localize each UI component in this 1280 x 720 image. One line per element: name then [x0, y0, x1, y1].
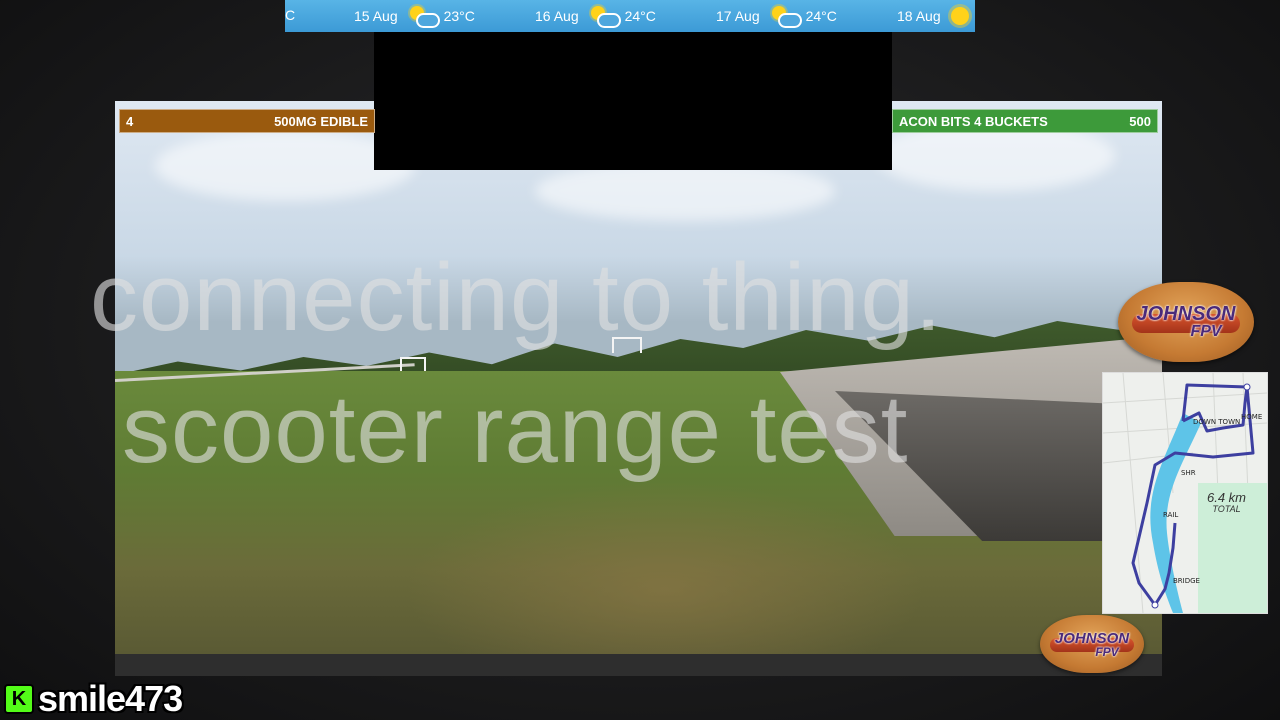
weather-ticker: C 15 Aug 23°C 16 Aug 24°C 17 Aug 24°C 18…	[285, 0, 975, 32]
logo-text-line2: FPV	[1095, 644, 1119, 659]
alert-label: ACON BITS 4 BUCKETS	[899, 113, 1048, 129]
weather-temp: 23°C	[443, 8, 475, 24]
weather-date: 18 Aug	[897, 8, 941, 24]
weather-day: 15 Aug 23°C	[354, 0, 475, 32]
alert-bar-left: 4 500MG EDIBLE	[119, 109, 375, 133]
map-label-home: HOME	[1241, 413, 1263, 421]
map-label-trail: RAIL	[1163, 511, 1179, 519]
alert-bar-right: ACON BITS 4 BUCKETS 500	[892, 109, 1158, 133]
alert-count: 4	[126, 113, 134, 129]
johnson-fpv-logo: JOHNSON FPV	[1118, 282, 1254, 362]
johnson-fpv-logo-small: JOHNSON FPV	[1040, 615, 1144, 673]
overlay-title-text: scooter range test	[122, 376, 909, 483]
map-total-value: 6.4 km	[1207, 490, 1247, 505]
alert-label: 500MG EDIBLE	[274, 113, 368, 129]
overlay-status-text: connecting to thing.	[90, 244, 943, 351]
logo-text-line1: JOHNSON	[1136, 303, 1236, 325]
map-total-label: TOTAL	[1212, 503, 1241, 514]
weather-temp: 24°C	[805, 8, 837, 24]
weather-date: 15 Aug	[354, 8, 398, 24]
logo-text-line1: JOHNSON	[1054, 629, 1130, 647]
streamer-badge: K smile473	[4, 678, 183, 719]
soccer-goal	[400, 357, 426, 371]
weather-day: 18 Aug	[897, 0, 969, 32]
dirt-patch	[405, 481, 925, 654]
video-bottom-bar	[115, 654, 1162, 676]
partly-cloudy-icon	[408, 4, 440, 28]
partly-cloudy-icon	[589, 4, 621, 28]
weather-day: 16 Aug 24°C	[535, 0, 656, 32]
weather-date: 17 Aug	[716, 8, 760, 24]
weather-date: 16 Aug	[535, 8, 579, 24]
map-total-distance: 6.4 km TOTAL	[1207, 491, 1246, 514]
map-label-bikeshare: SHR	[1181, 469, 1196, 477]
weather-lead-fragment: C	[285, 7, 296, 23]
weather-day: 17 Aug 24°C	[716, 0, 837, 32]
streamer-username: smile473	[38, 678, 183, 719]
map-label-bridge: BRIDGE	[1173, 577, 1200, 585]
logo-text-line2: FPV	[1190, 323, 1222, 340]
partly-cloudy-icon	[770, 4, 802, 28]
sun-icon	[950, 7, 969, 25]
map-label-downtown: DOWN TOWN	[1193, 418, 1241, 426]
alert-amount: 500	[1129, 113, 1151, 129]
kick-icon: K	[4, 684, 34, 714]
route-map: DOWN TOWN HOME SHR RAIL BRIDGE 6.4 km TO…	[1102, 372, 1268, 614]
weather-temp: 24°C	[624, 8, 656, 24]
black-overlay-box	[374, 32, 892, 170]
